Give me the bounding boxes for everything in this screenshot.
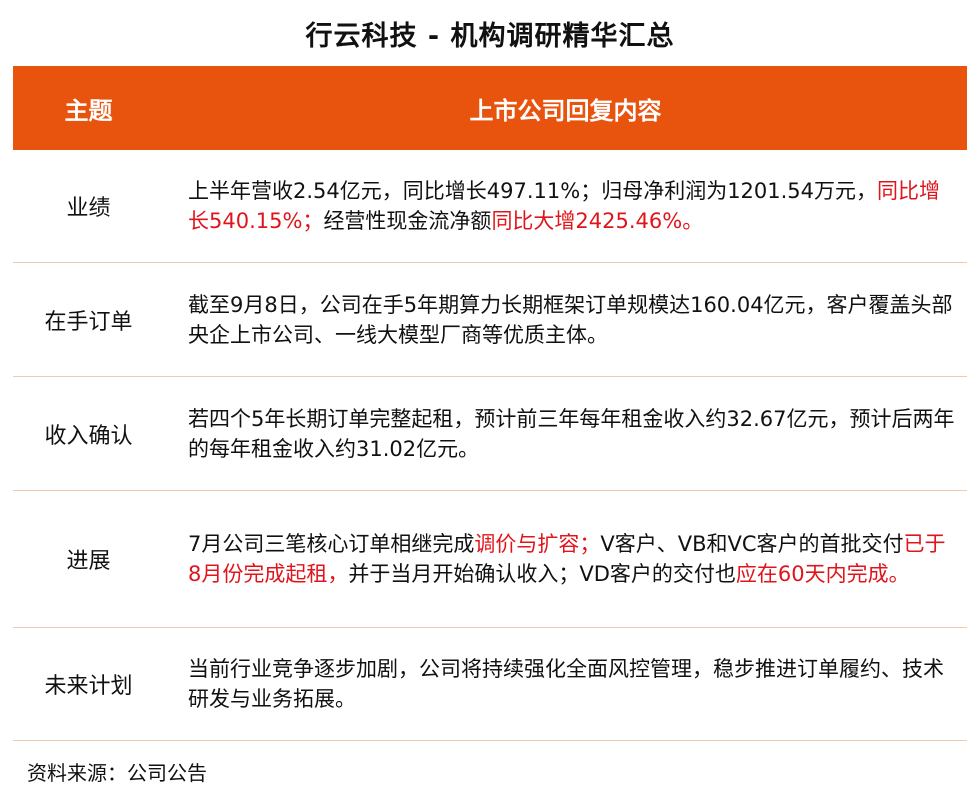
row-content: 若四个5年长期订单完整起租，预计前三年每年租金收入约32.67亿元，预计后两年的… (164, 404, 967, 464)
highlight-text: 应在60天内完成。 (735, 562, 910, 586)
row-content: 7月公司三笔核心订单相继完成调价与扩容；V客户、VB和VC客户的首批交付已于8月… (164, 529, 967, 589)
highlight-text: 同比大增2425.46%。 (491, 209, 704, 233)
table-row-performance: 业绩 上半年营收2.54亿元，同比增长497.11%；归母净利润为1201.54… (13, 150, 967, 263)
row-content: 当前行业竞争逐步加剧，公司将持续强化全面风控管理，稳步推进订单履约、技术研发与业… (164, 654, 967, 714)
table-header: 主题 上市公司回复内容 (13, 66, 967, 150)
row-content: 上半年营收2.54亿元，同比增长497.11%；归母净利润为1201.54万元，… (164, 176, 967, 236)
content-text: V客户、VB和VC客户的首批交付 (600, 532, 904, 556)
summary-table: 主题 上市公司回复内容 业绩 上半年营收2.54亿元，同比增长497.11%；归… (13, 66, 967, 741)
page-title: 行云科技 - 机构调研精华汇总 (305, 21, 675, 52)
content-text: 并于当月开始确认收入；VD客户的交付也 (348, 562, 736, 586)
source-note: 资料来源：公司公告 (27, 761, 207, 785)
row-topic: 业绩 (66, 196, 111, 221)
row-topic: 未来计划 (44, 674, 133, 699)
content-text: 当前行业竞争逐步加剧，公司将持续强化全面风控管理，稳步推进订单履约、技术研发与业… (188, 657, 944, 711)
content-text: 7月公司三笔核心订单相继完成 (188, 532, 475, 556)
content-text: 截至9月8日，公司在手5年期算力长期框架订单规模达160.04亿元，客户覆盖头部… (188, 292, 953, 347)
content-text: 上半年营收2.54亿元，同比增长497.11%；归母净利润为1201.54万元， (188, 179, 878, 203)
row-topic: 进展 (66, 549, 111, 574)
table-row-progress: 进展 7月公司三笔核心订单相继完成调价与扩容；V客户、VB和VC客户的首批交付已… (13, 491, 967, 628)
header-content: 上市公司回复内容 (469, 96, 662, 125)
row-content: 截至9月8日，公司在手5年期算力长期框架订单规模达160.04亿元，客户覆盖头部… (164, 290, 967, 350)
row-topic: 收入确认 (44, 423, 133, 449)
table-row-future-plan: 未来计划 当前行业竞争逐步加剧，公司将持续强化全面风控管理，稳步推进订单履约、技… (13, 628, 967, 741)
highlight-text: 调价与扩容； (474, 532, 601, 556)
content-text: 经营性现金流净额 (323, 209, 492, 233)
row-topic: 在手订单 (44, 309, 133, 335)
header-topic: 主题 (64, 96, 113, 125)
table-row-revenue-recognition: 收入确认 若四个5年长期订单完整起租，预计前三年每年租金收入约32.67亿元，预… (13, 377, 967, 491)
table-row-orders: 在手订单 截至9月8日，公司在手5年期算力长期框架订单规模达160.04亿元，客… (13, 263, 967, 377)
content-text: 若四个5年长期订单完整起租，预计前三年每年租金收入约32.67亿元，预计后两年的… (188, 406, 955, 461)
